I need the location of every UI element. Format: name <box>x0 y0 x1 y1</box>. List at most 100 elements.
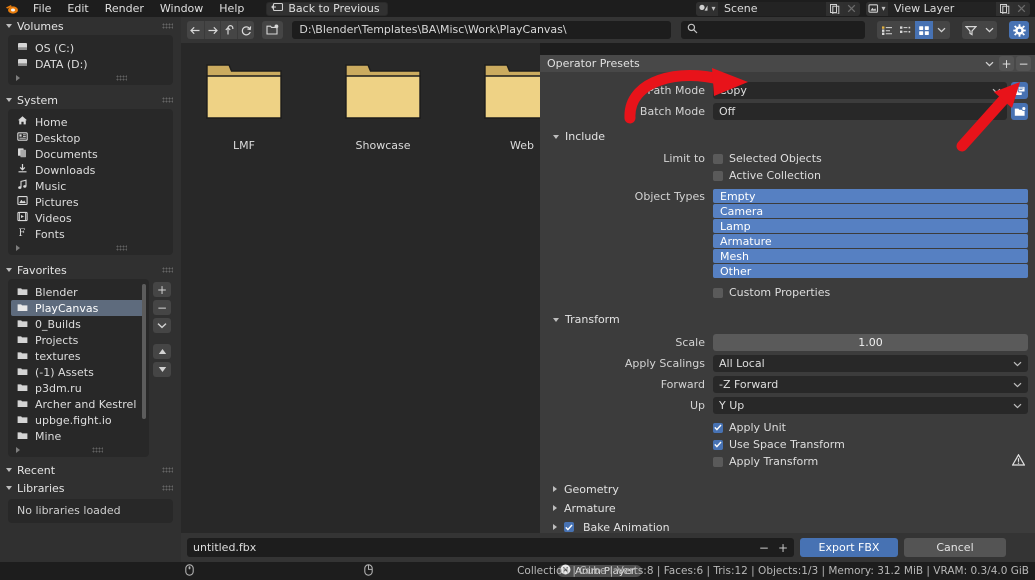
thumbnail-view-icon[interactable] <box>915 21 934 39</box>
sidebar-item-pictures[interactable]: Pictures <box>8 194 173 210</box>
object-type-camera[interactable]: Camera <box>713 204 1028 218</box>
favorites-scrollbar[interactable] <box>142 284 146 419</box>
section-header-system[interactable]: System <box>0 91 181 109</box>
sidebar-item-downloads[interactable]: Downloads <box>8 162 173 178</box>
geometry-section-header[interactable]: Geometry <box>540 480 1035 498</box>
menu-help[interactable]: Help <box>211 0 252 17</box>
object-type-lamp[interactable]: Lamp <box>713 219 1028 233</box>
add-favorite-button[interactable]: + <box>153 282 171 297</box>
scene-selector[interactable]: ▾ Scene <box>696 2 860 16</box>
sidebar-item-desktop[interactable]: Desktop <box>8 130 173 146</box>
favorite-item-archer-and-kestrel[interactable]: Archer and Kestrel <box>8 396 149 412</box>
path-mode-dropdown[interactable]: Copy <box>713 82 1007 99</box>
armature-section-header[interactable]: Armature <box>540 499 1035 517</box>
unlink-view-layer-icon[interactable] <box>1013 2 1030 16</box>
sidebar-item-videos[interactable]: Videos <box>8 210 173 226</box>
favorite-item-upbge-fight-io[interactable]: upbge.fight.io <box>8 412 149 428</box>
volume-item-data-d[interactable]: DATA (D:) <box>8 56 173 72</box>
resize-grip[interactable] <box>116 245 127 251</box>
bake-animation-checkbox[interactable] <box>564 522 574 532</box>
favorites-menu-button[interactable] <box>153 318 171 333</box>
object-type-mesh[interactable]: Mesh <box>713 249 1028 263</box>
remove-favorite-button[interactable]: − <box>153 300 171 315</box>
transform-section-header[interactable]: Transform <box>540 310 1035 329</box>
drag-grip[interactable] <box>162 485 173 491</box>
favorite-item-playcanvas[interactable]: PlayCanvas <box>11 300 146 316</box>
drag-grip[interactable] <box>162 97 173 103</box>
scene-name[interactable]: Scene <box>718 2 826 16</box>
file-item-lmf[interactable]: LMF <box>205 60 283 152</box>
cancel-button[interactable]: Cancel <box>904 538 1006 557</box>
search-input[interactable] <box>681 21 866 39</box>
expand-triangle-icon[interactable] <box>16 75 20 81</box>
file-item-showcase[interactable]: Showcase <box>344 60 422 152</box>
apply-transform-checkbox[interactable] <box>713 457 723 467</box>
up-dropdown[interactable]: Y Up <box>713 397 1028 414</box>
nav-forward-button[interactable] <box>204 21 221 39</box>
favorite-item-p3dm-ru[interactable]: p3dm.ru <box>8 380 149 396</box>
unlink-scene-icon[interactable] <box>843 2 860 16</box>
back-to-previous-button[interactable]: Back to Previous <box>266 2 387 16</box>
favorite-item-assets[interactable]: (-1) Assets <box>8 364 149 380</box>
increment-button[interactable]: + <box>778 541 788 555</box>
new-view-layer-icon[interactable] <box>996 2 1013 16</box>
favorite-item-blender[interactable]: Blender <box>8 284 149 300</box>
new-scene-icon[interactable] <box>826 2 843 16</box>
menu-edit[interactable]: Edit <box>59 0 96 17</box>
nav-back-button[interactable] <box>187 21 204 39</box>
presets-chevron-down-icon[interactable] <box>985 61 997 67</box>
remove-preset-button[interactable]: − <box>1016 56 1031 71</box>
file-listing-area[interactable]: LMF Showcase Web <box>181 17 540 533</box>
operator-presets-bar[interactable]: Operator Presets + − <box>540 55 1035 72</box>
apply-scalings-dropdown[interactable]: All Local <box>713 355 1028 372</box>
filter-funnel-icon[interactable] <box>962 21 981 39</box>
filename-input[interactable]: untitled.fbx − + <box>187 538 794 557</box>
gear-icon[interactable] <box>1009 21 1029 39</box>
object-type-armature[interactable]: Armature <box>713 234 1028 248</box>
scale-slider[interactable]: 1.00 <box>713 334 1028 351</box>
forward-dropdown[interactable]: -Z Forward <box>713 376 1028 393</box>
add-preset-button[interactable]: + <box>999 56 1014 71</box>
sidebar-item-home[interactable]: Home <box>8 114 173 130</box>
nav-parent-button[interactable] <box>220 21 237 39</box>
batch-mode-dropdown[interactable]: Off <box>713 103 1007 120</box>
batch-own-dir-icon[interactable] <box>1011 103 1028 120</box>
detail-view-icon[interactable] <box>896 21 915 39</box>
drag-grip[interactable] <box>162 467 173 473</box>
sidebar-item-documents[interactable]: Documents <box>8 146 173 162</box>
expand-triangle-icon[interactable] <box>16 245 20 251</box>
decrement-button[interactable]: − <box>759 541 769 555</box>
new-folder-button[interactable] <box>262 21 284 39</box>
use-space-transform-checkbox[interactable] <box>713 440 723 450</box>
custom-properties-checkbox[interactable] <box>713 288 723 298</box>
list-view-icon[interactable] <box>877 21 896 39</box>
embed-textures-icon[interactable] <box>1011 82 1028 99</box>
move-favorite-up-button[interactable] <box>153 344 171 359</box>
section-header-volumes[interactable]: Volumes <box>0 17 181 35</box>
move-favorite-down-button[interactable] <box>153 362 171 377</box>
favorite-item-projects[interactable]: Projects <box>8 332 149 348</box>
drag-grip[interactable] <box>162 23 173 29</box>
include-section-header[interactable]: Include <box>540 127 1035 146</box>
apply-unit-checkbox[interactable] <box>713 423 723 433</box>
section-header-recent[interactable]: Recent <box>0 461 181 479</box>
menu-window[interactable]: Window <box>152 0 211 17</box>
section-header-favorites[interactable]: Favorites <box>0 261 181 279</box>
resize-grip[interactable] <box>92 447 103 453</box>
drag-grip[interactable] <box>162 267 173 273</box>
bake-animation-section-header[interactable]: Bake Animation <box>540 518 1035 533</box>
favorite-item-mine[interactable]: Mine <box>8 428 149 444</box>
sidebar-item-music[interactable]: Music <box>8 178 173 194</box>
menu-render[interactable]: Render <box>97 0 152 17</box>
filter-chevron-down-icon[interactable] <box>981 21 998 39</box>
nav-refresh-button[interactable] <box>237 21 254 39</box>
path-input[interactable]: D:\Blender\Templates\BA\Misc\Work\PlayCa… <box>292 21 670 39</box>
selected-objects-checkbox[interactable] <box>713 154 723 164</box>
object-type-empty[interactable]: Empty <box>713 189 1028 203</box>
favorite-item-0-builds[interactable]: 0_Builds <box>8 316 149 332</box>
view-layer-name[interactable]: View Layer <box>888 2 996 16</box>
view-mode-chevron-down-icon[interactable] <box>933 21 950 39</box>
resize-grip[interactable] <box>116 75 127 81</box>
menu-file[interactable]: File <box>25 0 59 17</box>
section-header-libraries[interactable]: Libraries <box>0 479 181 497</box>
